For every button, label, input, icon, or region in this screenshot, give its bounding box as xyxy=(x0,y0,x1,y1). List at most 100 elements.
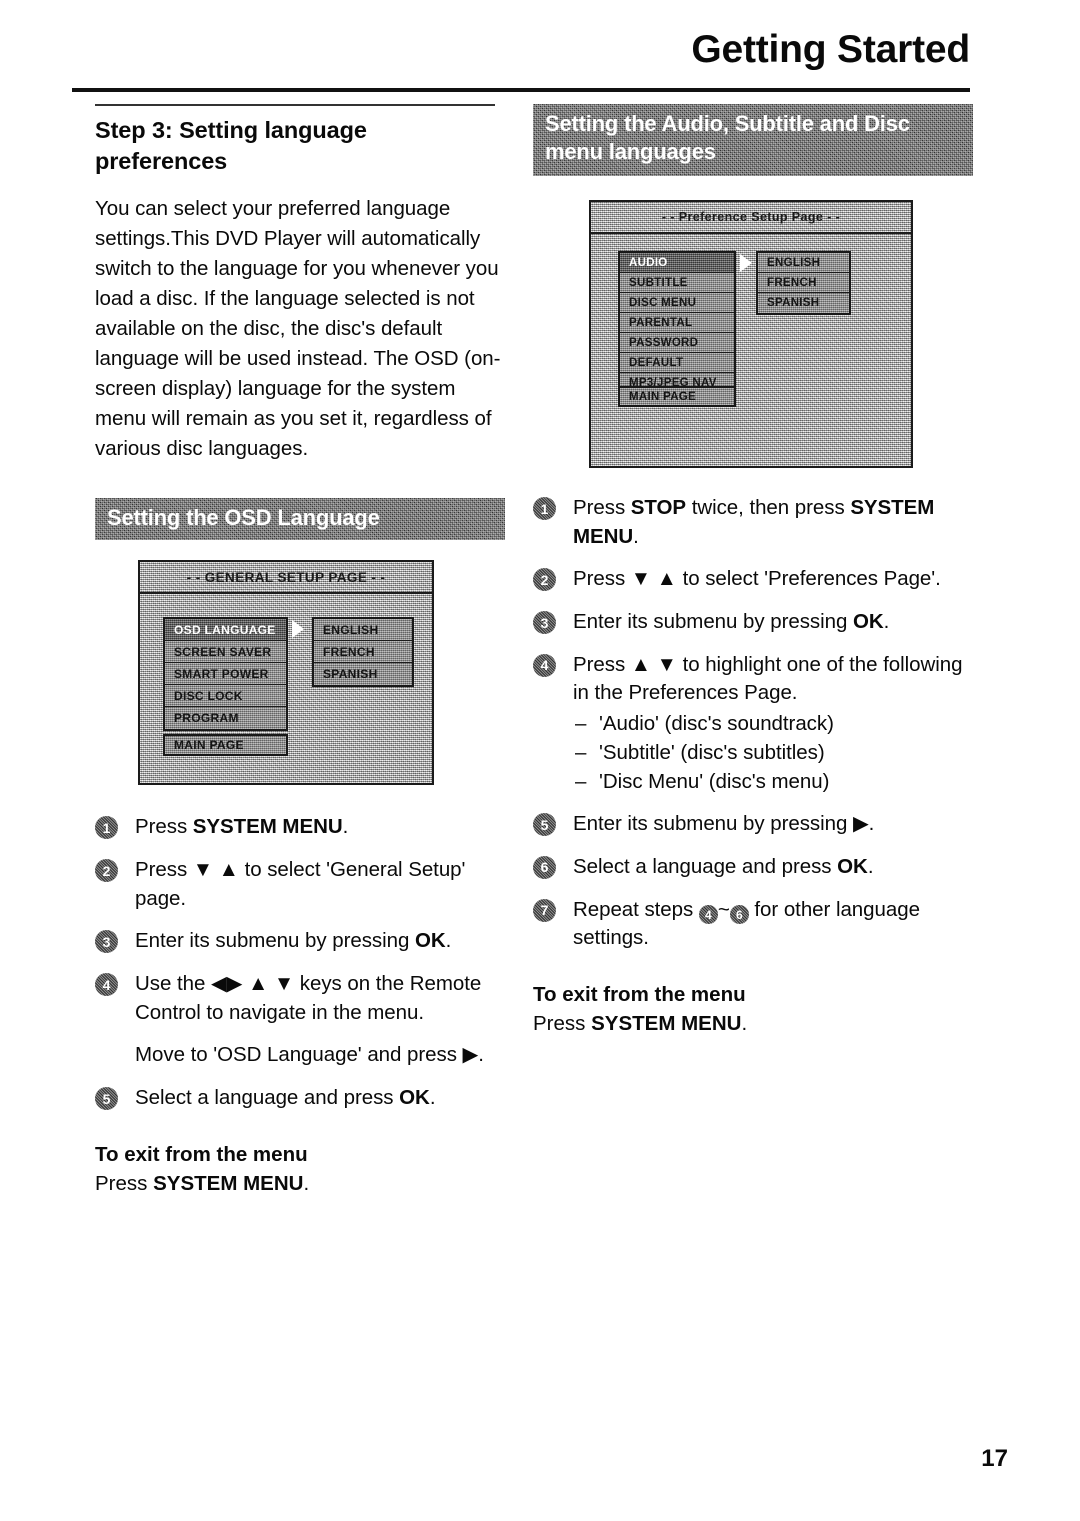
right-column: Setting the Audio, Subtitle and Disc men… xyxy=(533,104,973,1038)
preference-setup-page-title: - - Preference Setup Page - - xyxy=(591,202,911,234)
menu-row[interactable]: SUBTITLE xyxy=(620,273,734,293)
audio-subtitle-disc-banner: Setting the Audio, Subtitle and Disc men… xyxy=(533,104,973,176)
step-text: Enter its submenu by pressing OK. xyxy=(573,610,890,634)
selection-pointer-icon xyxy=(292,620,304,639)
step-text: Use the ◀▶ ▲ ▼ keys on the Remote Contro… xyxy=(135,972,482,1024)
menu-row[interactable]: SMART POWER xyxy=(165,663,286,686)
menu-row[interactable]: DISC LOCK xyxy=(165,685,286,708)
step-item: 5 Select a language and press OK. xyxy=(95,1084,505,1113)
menu-row[interactable]: SCREEN SAVER xyxy=(165,641,286,664)
menu-row[interactable]: AUDIO xyxy=(620,253,734,273)
left-exit-prefix: Press xyxy=(95,1171,154,1195)
step-item: 1 Press SYSTEM MENU. xyxy=(95,813,505,842)
right-exit-suffix: . xyxy=(741,1011,748,1035)
general-setup-menu-list[interactable]: OSD LANGUAGE SCREEN SAVER SMART POWER DISC … xyxy=(163,617,288,732)
menu-row[interactable]: PASSWORD xyxy=(620,333,734,353)
general-setup-page-body: OSD LANGUAGE SCREEN SAVER SMART POWER DISC … xyxy=(140,594,432,783)
step-sub-item: – 'Disc Menu' (disc's menu) xyxy=(573,768,973,797)
step-item: 2 Press ▼ ▲ to select 'Preferences Page'. xyxy=(533,565,973,594)
left-exit-instruction: Press SYSTEM MENU. xyxy=(95,1170,505,1199)
step-heading: Step 3: Setting language preferences xyxy=(95,117,367,175)
step-text: Select a language and press OK. xyxy=(573,854,874,878)
right-exit-prefix: Press xyxy=(533,1011,592,1035)
intro-paragraph: You can select your preferred language s… xyxy=(95,197,501,461)
menu-row[interactable]: PROGRAM xyxy=(165,707,286,730)
menu-row[interactable]: OSD LANGUAGE xyxy=(165,619,286,642)
step-reference-badge: 4 xyxy=(698,905,718,925)
step-item: 2 Press ▼ ▲ to select 'General Setup' pag… xyxy=(95,856,505,913)
step-number-badge: 7 xyxy=(533,898,556,922)
menu-row[interactable]: FRENCH xyxy=(758,273,849,293)
step-number-badge: 2 xyxy=(533,568,556,592)
menu-row[interactable]: DEFAULT xyxy=(620,353,734,373)
step-number-badge: 1 xyxy=(95,816,118,840)
step-number-badge: 5 xyxy=(95,1087,118,1111)
right-exit-title: To exit from the menu xyxy=(533,982,746,1006)
general-setup-main-page-button[interactable]: MAIN PAGE xyxy=(163,734,288,757)
header-divider xyxy=(72,88,970,92)
menu-row[interactable]: DISC MENU xyxy=(620,293,734,313)
right-exit-key: SYSTEM MENU xyxy=(591,1011,742,1035)
page-header: Getting Started xyxy=(72,30,970,92)
step-sub-item: – 'Subtitle' (disc's subtitles) xyxy=(573,739,973,768)
step-reference-badge: 6 xyxy=(729,905,749,925)
step-text: Press SYSTEM MENU. xyxy=(135,815,349,839)
selection-pointer-icon xyxy=(740,254,752,272)
step-text: Press ▲ ▼ to highlight one of the follow… xyxy=(573,652,963,705)
general-setup-language-options[interactable]: ENGLISH FRENCH SPANISH xyxy=(312,617,414,688)
menu-row[interactable]: ENGLISH xyxy=(758,253,849,273)
preference-main-page-button[interactable]: MAIN PAGE xyxy=(618,386,736,407)
step-text: Press ▼ ▲ to select 'General Setup' page… xyxy=(135,858,466,910)
step-item: 4 Press ▲ ▼ to highlight one of the follo… xyxy=(533,651,973,796)
preference-menu-list[interactable]: AUDIO SUBTITLE DISC MENU PARENTAL PASSWORD DE… xyxy=(618,251,736,395)
step-item: 1 Press STOP twice, then press SYSTEM MEN… xyxy=(533,494,973,551)
step-item: 3 Enter its submenu by pressing OK. xyxy=(95,927,505,956)
key-name: OK xyxy=(837,854,868,878)
key-name: STOP xyxy=(630,496,687,519)
step-item: 7 Repeat steps 4 ~6 for other language set… xyxy=(533,896,973,953)
step-text: Enter its submenu by pressing OK. xyxy=(135,929,452,953)
menu-row[interactable]: SPANISH xyxy=(314,663,412,686)
key-name: OK xyxy=(399,1086,430,1110)
preference-steps-list: 1 Press STOP twice, then press SYSTEM MEN… xyxy=(533,494,973,953)
key-name: SYSTEM MENU xyxy=(573,496,935,548)
general-setup-steps-list: 1 Press SYSTEM MENU. 2 Press ▼ ▲ to select … xyxy=(95,813,505,1113)
right-exit-instruction: Press SYSTEM MENU. xyxy=(533,1010,973,1039)
osd-language-banner-label: Setting the OSD Language xyxy=(107,505,380,531)
step-item: 6 Select a language and press OK. xyxy=(533,853,973,882)
step-item: 4 Use the ◀▶ ▲ ▼ keys on the Remote Contr… xyxy=(95,970,505,1070)
page-title: Getting Started xyxy=(691,28,970,71)
dash-bullet-icon: – xyxy=(575,740,587,764)
general-setup-page-screenshot: - - GENERAL SETUP PAGE - - OSD LANGUAGE S… xyxy=(138,560,434,786)
step-number-badge: 3 xyxy=(95,930,118,954)
step-text: Enter its submenu by pressing ▶. xyxy=(573,812,875,836)
step-text: Press STOP twice, then press SYSTEM MENU… xyxy=(573,496,935,548)
step-sub-item: – 'Audio' (disc's soundtrack) xyxy=(573,710,973,739)
step-heading-rule xyxy=(95,104,495,106)
osd-language-banner: Setting the OSD Language xyxy=(95,498,505,540)
left-column: Step 3: Setting language preferences You… xyxy=(95,104,505,1198)
step-text: Select a language and press OK. xyxy=(135,1086,436,1110)
key-name: OK xyxy=(852,610,884,634)
dash-bullet-icon: – xyxy=(575,712,587,736)
step-number-badge: 2 xyxy=(95,859,118,882)
general-setup-page-title: - - GENERAL SETUP PAGE - - xyxy=(140,562,432,595)
left-exit-key: SYSTEM MENU xyxy=(153,1171,304,1195)
menu-row[interactable]: FRENCH xyxy=(314,641,412,664)
preference-setup-page-body: AUDIO SUBTITLE DISC MENU PARENTAL PASSWORD DE… xyxy=(591,234,911,466)
menu-row[interactable]: PARENTAL xyxy=(620,313,734,333)
step-number-badge: 4 xyxy=(95,973,118,997)
preference-language-options[interactable]: ENGLISH FRENCH SPANISH xyxy=(756,251,851,315)
step-number-badge: 3 xyxy=(533,611,556,635)
right-exit-block: To exit from the menu Press SYSTEM MENU. xyxy=(533,981,973,1038)
step-number-badge: 6 xyxy=(533,855,556,879)
preference-setup-page-screenshot: - - Preference Setup Page - - AUDIO SUBTI… xyxy=(589,200,913,468)
audio-subtitle-disc-banner-label: Setting the Audio, Subtitle and Disc men… xyxy=(545,111,910,165)
step-number-badge: 1 xyxy=(533,497,556,520)
step-item: 3 Enter its submenu by pressing OK. xyxy=(533,608,973,637)
dash-bullet-icon: – xyxy=(575,769,587,793)
menu-row[interactable]: ENGLISH xyxy=(314,619,412,642)
menu-row[interactable]: SPANISH xyxy=(758,293,849,313)
step-number-badge: 5 xyxy=(533,813,556,837)
page-number: 17 xyxy=(981,1445,1008,1472)
